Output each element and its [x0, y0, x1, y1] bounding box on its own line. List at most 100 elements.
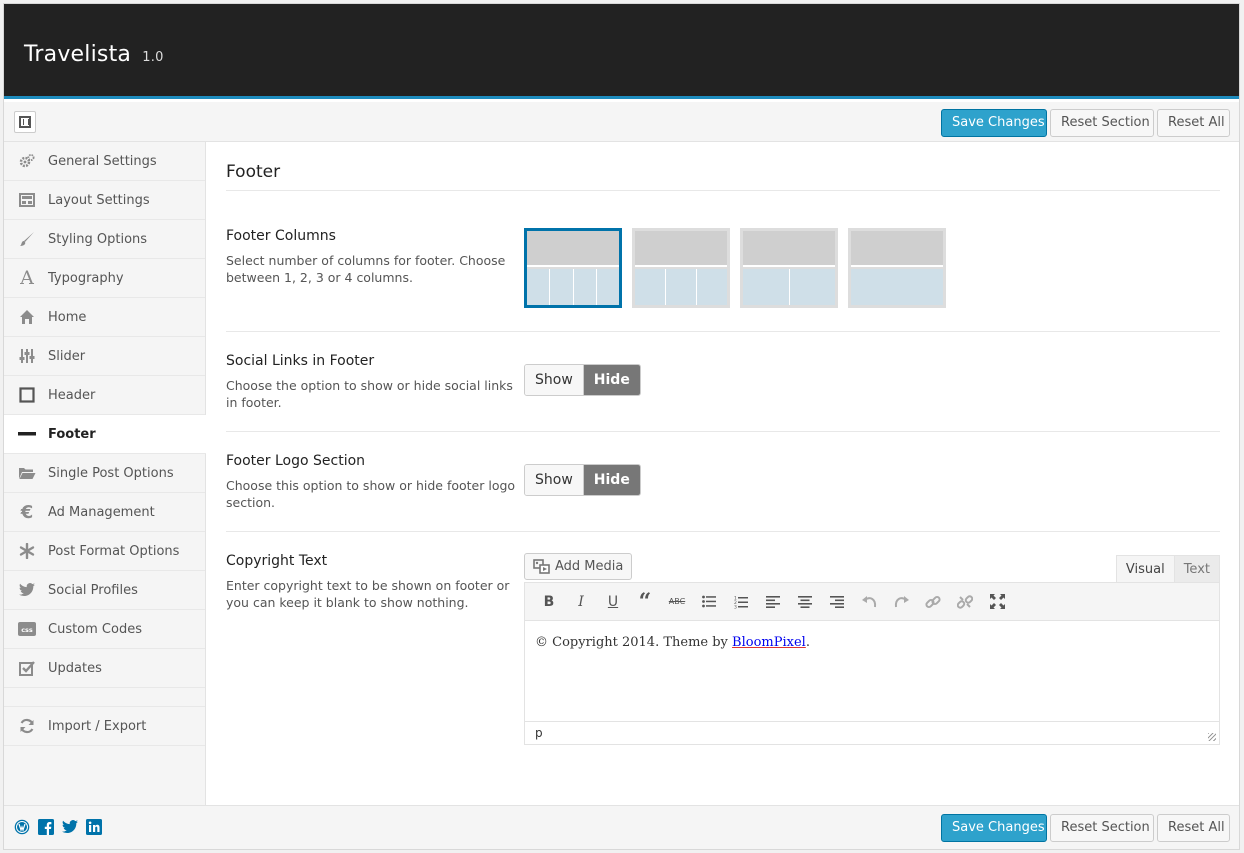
- footer-columns-picker: [524, 228, 946, 308]
- sidebar-item-layout-settings[interactable]: Layout Settings: [4, 181, 205, 220]
- svg-text:css: css: [21, 626, 33, 634]
- redo-icon[interactable]: [885, 590, 917, 614]
- hide-toggle-button[interactable]: Hide: [583, 465, 640, 495]
- brush-icon: [18, 230, 36, 248]
- reset-section-button[interactable]: Reset Section: [1050, 814, 1154, 842]
- sliders-icon: [18, 347, 36, 365]
- app-title: Travelista 1.0: [24, 42, 164, 67]
- show-toggle-button[interactable]: Show: [525, 465, 584, 495]
- reset-section-button[interactable]: Reset Section: [1050, 109, 1154, 137]
- field-title: Footer Columns: [226, 228, 336, 244]
- copyright-text-end: .: [805, 635, 810, 650]
- linkedin-icon[interactable]: [86, 819, 102, 835]
- italic-icon[interactable]: I: [565, 590, 597, 614]
- field-title: Footer Logo Section: [226, 453, 366, 469]
- svg-text:3: 3: [734, 604, 737, 609]
- resize-grip-icon[interactable]: [1208, 733, 1216, 741]
- euro-icon: €: [20, 501, 34, 523]
- align-left-icon[interactable]: [757, 590, 789, 614]
- fullscreen-icon[interactable]: [981, 590, 1013, 614]
- footer-columns-option-4[interactable]: [524, 228, 622, 308]
- sidebar-item-typography[interactable]: A Typography: [4, 259, 205, 298]
- sidebar-item-single-post-options[interactable]: Single Post Options: [4, 454, 205, 493]
- asterisk-icon: [18, 542, 36, 560]
- add-media-button[interactable]: Add Media: [524, 553, 633, 580]
- sidebar-item-import-export[interactable]: Import / Export: [4, 707, 205, 746]
- align-center-icon[interactable]: [789, 590, 821, 614]
- expand-icon: [19, 116, 31, 128]
- underline-icon[interactable]: U: [597, 590, 629, 614]
- unlink-icon[interactable]: [949, 590, 981, 614]
- sidebar-item-label: Home: [48, 309, 87, 325]
- top-toolbar: Save Changes Reset Section Reset All: [4, 102, 1239, 142]
- sidebar-item-label: Ad Management: [48, 504, 155, 520]
- field-description: Enter copyright text to be shown on foot…: [226, 578, 510, 610]
- field-description: Choose the option to show or hide social…: [226, 378, 513, 410]
- tab-text[interactable]: Text: [1174, 555, 1220, 583]
- main-content: Footer Footer Columns Select number of c…: [206, 142, 1239, 805]
- sidebar-item-label: General Settings: [48, 153, 157, 169]
- footer-columns-option-1[interactable]: [848, 228, 946, 308]
- hide-toggle-button[interactable]: Hide: [583, 365, 640, 395]
- media-icon: [533, 559, 550, 574]
- social-links: [14, 819, 102, 835]
- sidebar-item-general-settings[interactable]: General Settings: [4, 142, 205, 181]
- show-toggle-button[interactable]: Show: [525, 365, 584, 395]
- bold-icon[interactable]: B: [533, 590, 565, 614]
- sidebar-item-label: Styling Options: [48, 231, 148, 247]
- editor-content[interactable]: © Copyright 2014. Theme by BloomPixel.: [525, 621, 1219, 721]
- sidebar-item-header[interactable]: Header: [4, 376, 205, 415]
- save-button[interactable]: Save Changes: [941, 109, 1047, 137]
- social-links-row: Social Links in Footer Choose the option…: [226, 353, 1220, 432]
- link-icon[interactable]: [917, 590, 949, 614]
- sidebar-item-styling-options[interactable]: Styling Options: [4, 220, 205, 259]
- footer-columns-label: Footer Columns Select number of columns …: [226, 228, 516, 286]
- align-right-icon[interactable]: [821, 590, 853, 614]
- blockquote-icon[interactable]: “: [629, 589, 661, 615]
- facebook-icon[interactable]: [38, 819, 54, 835]
- sidebar-item-slider[interactable]: Slider: [4, 337, 205, 376]
- footer-columns-option-2[interactable]: [740, 228, 838, 308]
- sidebar-item-label: Updates: [48, 660, 102, 676]
- sidebar-item-label: Typography: [48, 270, 124, 286]
- numbered-list-icon[interactable]: 123: [725, 590, 757, 614]
- twitter-icon[interactable]: [62, 819, 78, 835]
- copyright-link[interactable]: BloomPixel: [732, 635, 806, 650]
- reset-all-button[interactable]: Reset All: [1157, 109, 1230, 137]
- tab-visual[interactable]: Visual: [1115, 555, 1175, 583]
- strikethrough-icon[interactable]: ABC: [661, 590, 693, 614]
- element-path[interactable]: p: [535, 726, 543, 740]
- twitter-icon: [18, 581, 36, 599]
- sidebar-item-home[interactable]: Home: [4, 298, 205, 337]
- footer-logo-toggle: Show Hide: [524, 464, 641, 496]
- sidebar-item-label: Social Profiles: [48, 582, 138, 598]
- sidebar-item-updates[interactable]: Updates: [4, 649, 205, 688]
- sidebar-item-label: Layout Settings: [48, 192, 150, 208]
- gears-icon: [18, 152, 36, 170]
- save-button[interactable]: Save Changes: [941, 814, 1047, 842]
- section-title: Footer: [226, 162, 1220, 191]
- bullet-list-icon[interactable]: [693, 590, 725, 614]
- copyright-label: Copyright Text Enter copyright text to b…: [226, 553, 516, 611]
- social-links-toggle: Show Hide: [524, 364, 641, 396]
- sidebar-item-post-format-options[interactable]: Post Format Options: [4, 532, 205, 571]
- expand-options-button[interactable]: [14, 111, 36, 133]
- editor-tabs: Visual Text: [1115, 555, 1220, 583]
- editor-status-bar: p: [525, 721, 1219, 744]
- options-panel: Travelista 1.0 Save Changes Reset Sectio…: [3, 3, 1240, 850]
- sidebar-item-social-profiles[interactable]: Social Profiles: [4, 571, 205, 610]
- home-icon: [18, 308, 36, 326]
- sidebar-item-label: Post Format Options: [48, 543, 180, 559]
- copyright-editor: B I U “ ABC 123 © Copyright 2014. Theme …: [524, 582, 1220, 745]
- sidebar-item-custom-codes[interactable]: css Custom Codes: [4, 610, 205, 649]
- undo-icon[interactable]: [853, 590, 885, 614]
- bottom-toolbar: Save Changes Reset Section Reset All: [4, 805, 1239, 849]
- field-description: Select number of columns for footer. Cho…: [226, 253, 506, 285]
- footer-columns-option-3[interactable]: [632, 228, 730, 308]
- sidebar-item-ad-management[interactable]: € Ad Management: [4, 493, 205, 532]
- sidebar-item-label: Import / Export: [48, 718, 147, 734]
- reset-all-button[interactable]: Reset All: [1157, 814, 1230, 842]
- wordpress-icon[interactable]: [14, 819, 30, 835]
- sidebar-item-label: Header: [48, 387, 96, 403]
- sidebar-item-footer[interactable]: Footer: [4, 415, 206, 454]
